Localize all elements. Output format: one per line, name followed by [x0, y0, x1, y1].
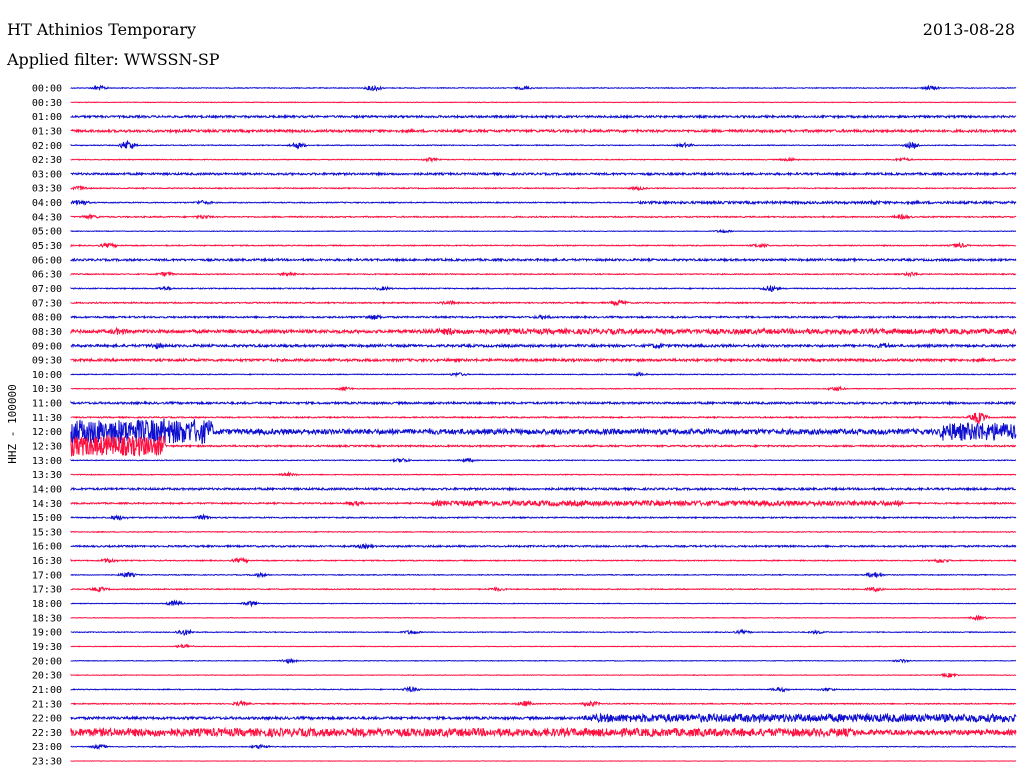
time-tick-label: 08:30	[32, 327, 62, 338]
trace-line	[70, 101, 1017, 104]
trace-line	[70, 726, 1017, 739]
time-tick-label: 18:30	[32, 613, 62, 624]
time-tick-label: 01:30	[32, 126, 62, 137]
time-tick-label: 09:00	[32, 341, 62, 352]
time-tick-label: 05:30	[32, 241, 62, 252]
time-tick-label: 10:30	[32, 384, 62, 395]
trace-line	[70, 486, 1017, 492]
time-tick-label: 20:00	[32, 656, 62, 667]
trace-line	[70, 599, 1017, 608]
trace-line	[70, 556, 1017, 565]
trace-line	[70, 326, 1017, 336]
helicorder-plot: HHZ - 100000 00:00 00:30 01:00 01:30 02:00 02…	[6, 84, 1017, 768]
trace-line	[70, 657, 1017, 665]
trace-line	[70, 199, 1017, 206]
time-tick-label: 15:30	[32, 527, 62, 538]
trace-line	[70, 418, 1017, 444]
time-tick-label: 12:00	[32, 427, 62, 438]
trace-line	[70, 156, 1017, 164]
time-tick-label: 02:30	[32, 155, 62, 166]
trace-line	[70, 628, 1017, 636]
time-tick-label: 03:00	[32, 169, 62, 180]
trace-line	[70, 299, 1017, 307]
time-tick-label: 10:00	[32, 370, 62, 381]
time-tick-label: 07:00	[32, 284, 62, 295]
trace-line	[70, 228, 1017, 234]
time-tick-label: 06:00	[32, 255, 62, 266]
trace-line	[70, 586, 1017, 593]
time-tick-label: 22:00	[32, 714, 62, 725]
trace-line	[70, 385, 1017, 392]
time-tick-label: 04:30	[32, 212, 62, 223]
trace-line	[70, 241, 1017, 249]
time-tick-label: 15:00	[32, 513, 62, 524]
trace-line	[70, 185, 1017, 192]
time-tick-label: 22:30	[32, 728, 62, 739]
trace-line	[70, 699, 1017, 708]
trace-line	[70, 371, 1017, 378]
trace-line	[70, 513, 1017, 521]
time-tick-label: 12:30	[32, 442, 62, 453]
trace-line	[70, 712, 1017, 724]
time-tick-label: 11:00	[32, 399, 62, 410]
trace-line	[70, 470, 1017, 477]
trace-line	[70, 139, 1017, 150]
time-tick-label: 14:00	[32, 484, 62, 495]
time-tick-label: 19:30	[32, 642, 62, 653]
trace-line	[70, 530, 1017, 534]
trace-line	[70, 400, 1017, 406]
trace-line	[70, 412, 1017, 425]
trace-line	[70, 457, 1017, 464]
time-tick-label: 16:00	[32, 542, 62, 553]
trace-line	[70, 313, 1017, 321]
time-tick-label: 21:00	[32, 685, 62, 696]
trace-line	[70, 356, 1017, 364]
time-tick-label: 23:30	[32, 757, 62, 768]
time-tick-label: 02:00	[32, 141, 62, 152]
time-tick-label: 06:30	[32, 270, 62, 281]
trace-line	[70, 743, 1017, 751]
time-tick-label: 07:30	[32, 298, 62, 309]
time-tick-label: 13:00	[32, 456, 62, 467]
time-tick-label: 19:00	[32, 628, 62, 639]
trace-line	[70, 127, 1017, 135]
trace-line	[70, 285, 1017, 292]
trace-line	[70, 498, 1017, 508]
trace-line	[70, 643, 1017, 649]
trace-line	[70, 542, 1017, 550]
trace-line	[70, 342, 1017, 350]
time-tick-label: 23:00	[32, 742, 62, 753]
time-tick-label: 00:30	[32, 98, 62, 109]
time-tick-label: 16:30	[32, 556, 62, 567]
trace-line	[70, 686, 1017, 693]
time-tick-label: 13:30	[32, 470, 62, 481]
time-tick-label: 00:00	[32, 84, 62, 95]
time-tick-label: 11:30	[32, 413, 62, 424]
trace-line	[70, 270, 1017, 278]
time-tick-label: 14:30	[32, 499, 62, 510]
trace-line	[70, 256, 1017, 263]
time-tick-label: 18:00	[32, 599, 62, 610]
time-tick-label: 17:00	[32, 570, 62, 581]
trace-line	[70, 435, 1017, 457]
y-axis-label: HHZ - 100000	[6, 384, 19, 463]
trace-line	[70, 571, 1017, 579]
time-tick-label: 21:30	[32, 699, 62, 710]
time-tick-label: 04:00	[32, 198, 62, 209]
time-tick-label: 01:00	[32, 112, 62, 123]
trace-line	[70, 672, 1017, 679]
trace-line	[70, 84, 1017, 92]
trace-line	[70, 113, 1017, 120]
time-tick-label: 03:30	[32, 184, 62, 195]
time-tick-label: 05:00	[32, 227, 62, 238]
time-tick-label: 20:30	[32, 671, 62, 682]
time-tick-label: 09:30	[32, 356, 62, 367]
time-tick-label: 08:00	[32, 313, 62, 324]
trace-line	[70, 171, 1017, 177]
time-tick-label: 17:30	[32, 585, 62, 596]
trace-line	[70, 213, 1017, 221]
trace-line	[70, 614, 1017, 622]
